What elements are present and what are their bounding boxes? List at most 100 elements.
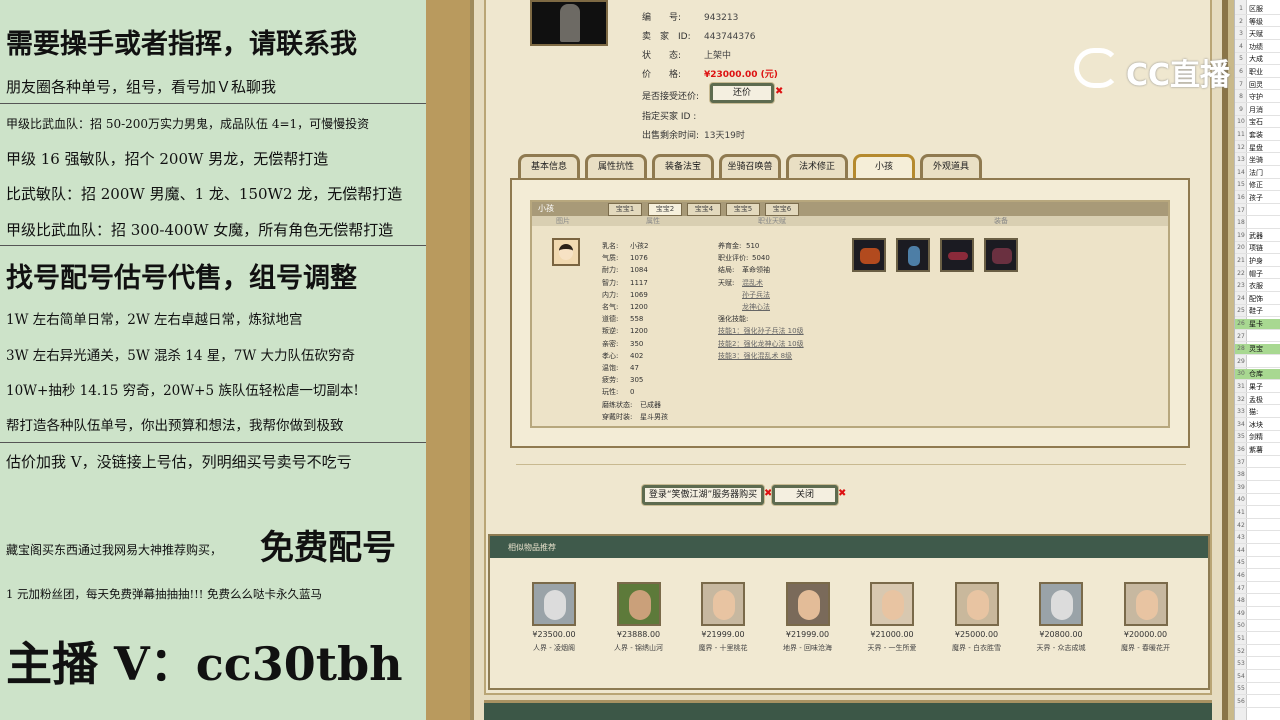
spreadsheet-row[interactable]: 50 xyxy=(1235,621,1280,633)
similar-item[interactable]: ¥21000.00 天界 - 一生所爱 xyxy=(852,582,932,653)
subtab-baby-6[interactable]: 宝宝6 xyxy=(765,203,799,216)
spreadsheet-row[interactable]: 6 职业 xyxy=(1235,67,1280,78)
tab-attributes[interactable]: 属性抗性 xyxy=(585,154,647,178)
child-stat-row: 穿戴时装: 星斗男孩 xyxy=(602,412,668,421)
close-button[interactable]: 关闭 xyxy=(772,485,838,505)
subtab-baby-1[interactable]: 宝宝1 xyxy=(608,203,642,216)
spreadsheet-row[interactable]: 40 xyxy=(1235,495,1280,507)
spreadsheet-row[interactable]: 13 坐骑 xyxy=(1235,155,1280,166)
spreadsheet-row[interactable]: 2 等级 xyxy=(1235,17,1280,28)
vase-icon[interactable] xyxy=(896,238,930,272)
spreadsheet-row[interactable]: 37 xyxy=(1235,458,1280,469)
spreadsheet-row[interactable]: 36 紫薯 xyxy=(1235,445,1280,456)
column-header: 职业天赋 xyxy=(758,217,786,225)
helmet-icon[interactable] xyxy=(852,238,886,272)
spreadsheet-row[interactable]: 21 护身 xyxy=(1235,256,1280,267)
spreadsheet-row[interactable]: 5 大成 xyxy=(1235,54,1280,66)
counter-offer-button[interactable]: 还价 xyxy=(710,83,774,103)
enhance-skill-link[interactable]: 技能3：强化混乱术 8级 xyxy=(718,352,792,360)
spreadsheet-row[interactable]: 3 天赋 xyxy=(1235,29,1280,40)
spreadsheet-row[interactable]: 28 灵宝 xyxy=(1235,344,1280,355)
spreadsheet-row[interactable]: 4 功绩 xyxy=(1235,42,1280,53)
spreadsheet-row[interactable]: 19 武器 xyxy=(1235,231,1280,242)
tab-basic-info[interactable]: 基本信息 xyxy=(518,154,580,178)
spreadsheet-row[interactable]: 33 猫: xyxy=(1235,407,1280,418)
similar-item-portrait[interactable] xyxy=(532,582,576,626)
spreadsheet-row[interactable]: 31 果子 xyxy=(1235,382,1280,393)
subtab-baby-2[interactable]: 宝宝2 xyxy=(648,203,682,216)
enhance-skill-link[interactable]: 技能1：强化孙子兵法 10级 xyxy=(718,327,804,335)
spreadsheet-row[interactable]: 49 xyxy=(1235,609,1280,620)
spreadsheet-row[interactable]: 34 冰块 xyxy=(1235,420,1280,431)
spreadsheet-row[interactable]: 52 xyxy=(1235,647,1280,658)
similar-item[interactable]: ¥23888.00 人界 - 锦绣山河 xyxy=(599,582,679,653)
spreadsheet-row[interactable]: 16 孩子 xyxy=(1235,193,1280,204)
tab-spell-mods[interactable]: 法术修正 xyxy=(786,154,848,178)
robe-icon[interactable] xyxy=(984,238,1018,272)
spreadsheet-row[interactable]: 10 宝石 xyxy=(1235,117,1280,129)
subtab-baby-4[interactable]: 宝宝4 xyxy=(687,203,721,216)
spreadsheet-row[interactable]: 55 xyxy=(1235,684,1280,696)
spreadsheet-row[interactable]: 41 xyxy=(1235,508,1280,519)
spreadsheet-row[interactable]: 47 xyxy=(1235,584,1280,595)
spreadsheet-row[interactable]: 51 xyxy=(1235,634,1280,645)
spreadsheet-row[interactable]: 30 仓库 xyxy=(1235,369,1280,381)
spreadsheet-row[interactable]: 54 xyxy=(1235,672,1280,683)
spreadsheet-row[interactable]: 42 xyxy=(1235,521,1280,532)
talent-link[interactable]: 混乱术 xyxy=(742,279,763,287)
spreadsheet-row[interactable]: 18 xyxy=(1235,218,1280,229)
similar-item-portrait[interactable] xyxy=(954,582,999,626)
spreadsheet-row[interactable]: 24 配饰 xyxy=(1235,294,1280,305)
tab-equipment[interactable]: 装备法宝 xyxy=(652,154,714,178)
spreadsheet-row[interactable]: 46 xyxy=(1235,571,1280,582)
talent-link[interactable]: 孙子兵法 xyxy=(742,291,770,299)
similar-item[interactable]: ¥23500.00 人界 - 凌烟阁 xyxy=(514,582,594,653)
spreadsheet-row[interactable]: 22 帽子 xyxy=(1235,269,1280,280)
spreadsheet-row[interactable]: 12 星盘 xyxy=(1235,143,1280,154)
spreadsheet-row[interactable]: 20 项链 xyxy=(1235,243,1280,255)
similar-item[interactable]: ¥20000.00 魔界 - 春暖花开 xyxy=(1106,582,1186,653)
login-buy-button[interactable]: 登录“笑傲江湖”服务器购买 xyxy=(642,485,764,505)
spreadsheet-row[interactable]: 38 xyxy=(1235,470,1280,481)
similar-item-portrait[interactable] xyxy=(701,582,745,626)
spreadsheet-row[interactable]: 25 鞋子 xyxy=(1235,306,1280,318)
spreadsheet-row[interactable]: 23 衣服 xyxy=(1235,281,1280,292)
spreadsheet-row[interactable]: 53 xyxy=(1235,659,1280,670)
spreadsheet-row[interactable]: 27 xyxy=(1235,332,1280,343)
similar-item-portrait[interactable] xyxy=(870,582,914,626)
similar-item-portrait[interactable] xyxy=(1039,582,1083,626)
spreadsheet-row[interactable]: 29 xyxy=(1235,357,1280,368)
spreadsheet-row[interactable]: 45 xyxy=(1235,558,1280,570)
similar-item-portrait[interactable] xyxy=(785,582,830,626)
spreadsheet-row[interactable]: 35 剑精 xyxy=(1235,432,1280,444)
spreadsheet-row[interactable]: 9 月消 xyxy=(1235,105,1280,116)
enhance-skill-link[interactable]: 技能2：强化龙神心法 10级 xyxy=(718,340,804,348)
subtab-baby-5[interactable]: 宝宝5 xyxy=(726,203,760,216)
similar-item-portrait[interactable] xyxy=(1123,582,1168,626)
spreadsheet-row[interactable]: 17 xyxy=(1235,206,1280,217)
tab-child[interactable]: 小孩 xyxy=(853,154,915,178)
spreadsheet-row[interactable]: 26 星卡 xyxy=(1235,319,1280,330)
similar-item-portrait[interactable] xyxy=(616,582,661,626)
tab-appearance[interactable]: 外观道具 xyxy=(920,154,982,178)
spreadsheet-row[interactable]: 48 xyxy=(1235,596,1280,607)
similar-item[interactable]: ¥25000.00 魔界 - 白衣胜雪 xyxy=(937,582,1017,653)
spreadsheet-row[interactable]: 56 xyxy=(1235,697,1280,708)
spreadsheet-row[interactable]: 32 孟极 xyxy=(1235,395,1280,406)
spreadsheet-row[interactable]: 44 xyxy=(1235,546,1280,557)
spreadsheet-row[interactable]: 7 回灵 xyxy=(1235,80,1280,91)
similar-item[interactable]: ¥21999.00 魔界 - 十里桃花 xyxy=(683,582,763,653)
spreadsheet-row[interactable]: 8 守护 xyxy=(1235,92,1280,103)
spreadsheet-row[interactable]: 43 xyxy=(1235,533,1280,544)
tab-mounts[interactable]: 坐骑召唤兽 xyxy=(719,154,781,178)
spreadsheet-row[interactable]: 39 xyxy=(1235,483,1280,494)
child-stat-row: 内力: 1069 xyxy=(602,290,648,299)
talent-link[interactable]: 龙神心法 xyxy=(742,303,770,311)
spreadsheet-row[interactable]: 15 修正 xyxy=(1235,180,1280,192)
spreadsheet-row[interactable]: 11 套装 xyxy=(1235,130,1280,141)
similar-item[interactable]: ¥21999.00 地界 - 回味沧海 xyxy=(768,582,848,653)
spreadsheet-row[interactable]: 14 法门 xyxy=(1235,168,1280,179)
spreadsheet-row[interactable]: 1 区服 xyxy=(1235,4,1280,15)
similar-item[interactable]: ¥20800.00 天界 - 众志成城 xyxy=(1021,582,1101,653)
scroll-icon[interactable] xyxy=(940,238,974,272)
